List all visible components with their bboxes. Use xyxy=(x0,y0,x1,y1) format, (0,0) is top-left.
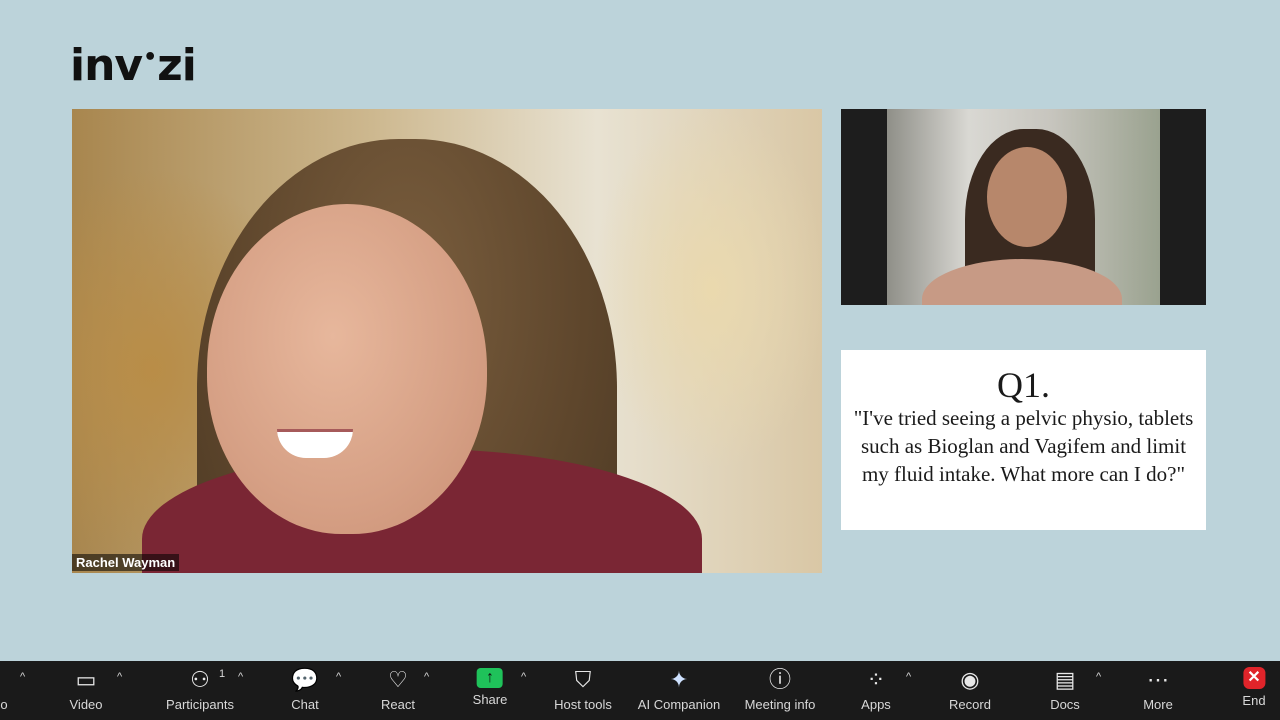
host-tools-label: Host tools xyxy=(554,697,612,712)
more-button[interactable]: ⋯ More xyxy=(1143,661,1173,720)
record-icon: ◉ xyxy=(960,667,980,692)
participants-label: Participants xyxy=(166,697,234,712)
document-icon: ▤ xyxy=(1054,667,1076,692)
logo-dot: • xyxy=(143,45,157,70)
chat-options-caret[interactable]: ^ xyxy=(336,671,341,683)
audio-options-caret[interactable]: ^ xyxy=(20,671,25,683)
video-button[interactable]: ▭ Video xyxy=(69,661,102,720)
video-label: Video xyxy=(69,697,103,712)
participant-face xyxy=(987,147,1067,247)
question-card: Q1. "I've tried seeing a pelvic physio, … xyxy=(841,350,1206,530)
ai-companion-label: AI Companion xyxy=(637,697,721,712)
secondary-video-tile[interactable] xyxy=(841,109,1206,305)
docs-options-caret[interactable]: ^ xyxy=(1096,671,1101,683)
chat-label: Chat xyxy=(291,697,319,712)
more-label: More xyxy=(1143,697,1173,712)
logo-text-start: inv xyxy=(70,40,143,91)
react-button[interactable]: ♡ React xyxy=(381,661,415,720)
info-icon: ⓘ xyxy=(768,667,792,692)
video-camera-icon: ▭ xyxy=(75,667,97,692)
share-options-caret[interactable]: ^ xyxy=(521,671,526,683)
apps-label: Apps xyxy=(861,697,891,712)
toolbar-partial-label: o xyxy=(0,697,8,712)
docs-button[interactable]: ▤ Docs xyxy=(1050,661,1080,720)
participant-name-tag: Rachel Wayman xyxy=(72,554,180,571)
docs-label: Docs xyxy=(1050,697,1080,712)
toolbar-partial-item[interactable]: . o xyxy=(0,661,7,720)
record-label: Record xyxy=(949,697,991,712)
invizi-logo: inv•zi xyxy=(70,40,197,98)
speaker-face xyxy=(207,204,487,534)
host-tools-button[interactable]: ⛉ Host tools xyxy=(554,661,612,720)
meeting-info-button[interactable]: ⓘ Meeting info xyxy=(745,661,816,720)
chat-button[interactable]: 💬 Chat xyxy=(291,661,318,720)
heart-icon: ♡ xyxy=(388,667,408,692)
share-icon: ↑ xyxy=(476,668,503,688)
apps-options-caret[interactable]: ^ xyxy=(906,671,911,683)
main-video-tile[interactable]: Rachel Wayman xyxy=(72,109,822,573)
end-meeting-button[interactable]: ✕ End xyxy=(1242,661,1266,720)
logo-text-end: zi xyxy=(157,40,197,91)
share-label: Share xyxy=(472,692,508,707)
question-text: "I've tried seeing a pelvic physio, tabl… xyxy=(853,406,1194,486)
secondary-video-feed xyxy=(887,109,1160,305)
share-button[interactable]: ↑ Share xyxy=(472,661,508,720)
sparkle-icon: ✦ xyxy=(669,667,689,692)
question-number: Q1. xyxy=(997,365,1050,405)
apps-icon: ⁘ xyxy=(866,667,886,692)
meeting-toolbar: . o ^ ▭ Video ^ ⚇ Participants 1 ^ 💬 Cha… xyxy=(0,661,1280,720)
meeting-info-label: Meeting info xyxy=(744,697,816,712)
end-icon: ✕ xyxy=(1242,667,1265,689)
more-icon: ⋯ xyxy=(1147,667,1169,692)
participants-options-caret[interactable]: ^ xyxy=(238,671,243,683)
react-options-caret[interactable]: ^ xyxy=(424,671,429,683)
shield-icon: ⛉ xyxy=(574,667,592,692)
video-options-caret[interactable]: ^ xyxy=(117,671,122,683)
ai-companion-button[interactable]: ✦ AI Companion xyxy=(638,661,720,720)
end-label: End xyxy=(1242,693,1266,708)
apps-button[interactable]: ⁘ Apps xyxy=(861,661,891,720)
chat-icon: 💬 xyxy=(291,667,319,692)
react-label: React xyxy=(381,697,415,712)
participant-count: 1 xyxy=(219,668,226,680)
record-button[interactable]: ◉ Record xyxy=(949,661,991,720)
